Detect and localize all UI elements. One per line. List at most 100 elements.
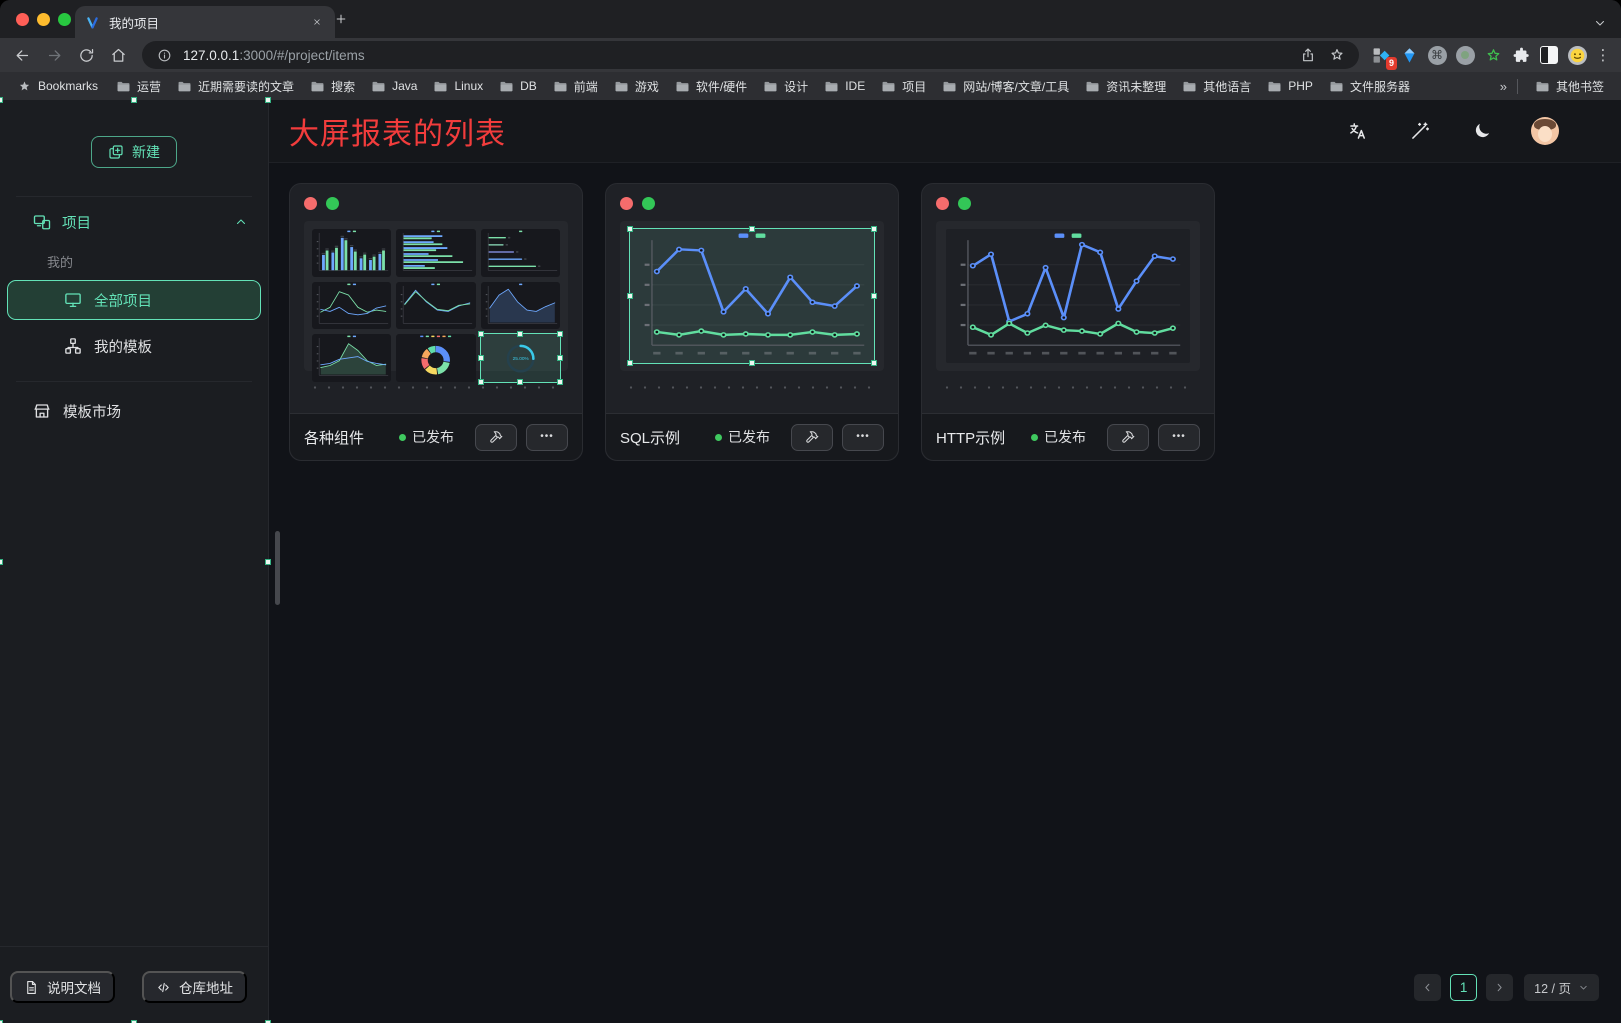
current-page-button[interactable]: 1 <box>1450 974 1477 1001</box>
reload-button[interactable] <box>72 41 100 69</box>
more-actions-button[interactable]: ••• <box>526 424 568 451</box>
edit-hammer-button[interactable] <box>791 424 833 451</box>
bookmarks-overflow-chevron[interactable]: » <box>1500 79 1507 94</box>
selection-handle[interactable] <box>0 559 3 565</box>
sidebar-group-projects[interactable]: 项目 <box>0 205 268 239</box>
extension-record-icon[interactable] <box>1453 43 1477 67</box>
profile-avatar-icon[interactable] <box>1565 43 1589 67</box>
edit-hammer-button[interactable] <box>475 424 517 451</box>
site-info-icon[interactable] <box>154 45 174 65</box>
next-page-button[interactable] <box>1486 974 1513 1001</box>
scrollbar-thumb[interactable] <box>275 531 280 605</box>
repository-button[interactable]: 仓库地址 <box>142 971 247 1003</box>
selection-handle[interactable] <box>265 559 271 565</box>
more-actions-button[interactable]: ••• <box>842 424 884 451</box>
selection-handle[interactable] <box>131 97 137 103</box>
magic-wand-icon[interactable] <box>1409 120 1431 142</box>
project-card-sql[interactable]: SQL示例 已发布 ••• <box>605 183 899 461</box>
other-bookmarks-folder[interactable]: 其他书签 <box>1528 75 1611 98</box>
window-close-button[interactable] <box>16 13 29 26</box>
bookmark-folder[interactable]: IDE <box>817 76 872 97</box>
selection-handle[interactable] <box>627 360 633 366</box>
bookmark-folder[interactable]: 文件服务器 <box>1322 75 1417 98</box>
edit-hammer-button[interactable] <box>1107 424 1149 451</box>
bookmark-folder[interactable]: 近期需要读的文章 <box>170 75 301 98</box>
bookmark-label: 运营 <box>137 78 161 95</box>
new-project-button[interactable]: 新建 <box>91 136 177 168</box>
bookmark-folder[interactable]: 项目 <box>874 75 933 98</box>
selection-handle[interactable] <box>517 331 523 337</box>
bookmark-folder[interactable]: 设计 <box>756 75 815 98</box>
extension-sidebar-icon[interactable] <box>1537 43 1561 67</box>
bookmark-folder[interactable]: 软件/硬件 <box>668 75 754 98</box>
more-actions-button[interactable]: ••• <box>1158 424 1200 451</box>
new-tab-button[interactable] <box>328 6 354 32</box>
browser-tab[interactable]: 我的项目 <box>75 6 335 38</box>
bookmark-folder[interactable]: PHP <box>1260 76 1320 97</box>
sidebar-item-all-projects[interactable]: 全部项目 <box>8 281 260 319</box>
share-icon[interactable] <box>1298 45 1318 65</box>
project-card-components[interactable]: 25.00% 各种组件 已发布 ••• <box>289 183 583 461</box>
selection-handle[interactable] <box>749 226 755 232</box>
extension-green-star-icon[interactable] <box>1481 43 1505 67</box>
selection-handle[interactable] <box>557 331 563 337</box>
bookmark-folder[interactable]: 资讯未整理 <box>1078 75 1173 98</box>
bookmark-label: Linux <box>454 79 483 93</box>
selection-handle[interactable] <box>871 293 877 299</box>
sidebar-item-my-templates[interactable]: 我的模板 <box>8 327 260 365</box>
tab-search-chevron-icon[interactable] <box>1593 16 1607 30</box>
selection-handle[interactable] <box>265 97 271 103</box>
selection-handle[interactable] <box>478 379 484 385</box>
selection-handle[interactable] <box>557 379 563 385</box>
window-minimize-button[interactable] <box>37 13 50 26</box>
docs-button[interactable]: 说明文档 <box>10 971 115 1003</box>
pagination: 1 12 / 页 <box>1414 974 1599 1001</box>
selection-handle[interactable] <box>627 293 633 299</box>
chevron-up-icon[interactable] <box>234 215 248 229</box>
folder-icon <box>1535 79 1550 94</box>
bookmark-folder[interactable]: 网站/博客/文章/工具 <box>935 75 1076 98</box>
extension-gem-icon[interactable] <box>1397 43 1421 67</box>
selection-handle[interactable] <box>0 97 3 103</box>
selection-handle[interactable] <box>478 355 484 361</box>
selection-handle[interactable] <box>749 360 755 366</box>
selection-handle[interactable] <box>517 379 523 385</box>
address-bar[interactable]: 127.0.0.1:3000/#/project/items <box>142 41 1359 69</box>
bookmarks-manager-item[interactable]: Bookmarks <box>10 76 105 97</box>
back-button[interactable] <box>8 41 36 69</box>
bookmark-star-icon[interactable] <box>1327 45 1347 65</box>
sidebar-item-template-market[interactable]: 模板市场 <box>0 392 268 430</box>
selection-handle[interactable] <box>627 226 633 232</box>
page-title: 大屏报表的列表 <box>289 109 506 153</box>
page-size-select[interactable]: 12 / 页 <box>1524 974 1599 1001</box>
browser-menu-icon[interactable]: ⋮ <box>1593 46 1613 64</box>
selection-handle[interactable] <box>871 360 877 366</box>
bookmark-folder[interactable]: Linux <box>426 76 490 97</box>
selection-handle[interactable] <box>871 226 877 232</box>
mini-hbar-thin-chart <box>481 229 560 277</box>
status-badge: 已发布 <box>1031 427 1086 447</box>
bookmark-folder[interactable]: 游戏 <box>607 75 666 98</box>
prev-page-button[interactable] <box>1414 974 1441 1001</box>
red-dot-icon <box>936 197 949 210</box>
forward-button[interactable] <box>40 41 68 69</box>
dark-mode-moon-icon[interactable] <box>1471 120 1493 142</box>
extension-blocks-icon[interactable]: 9 <box>1369 43 1393 67</box>
bookmark-folder[interactable]: 搜索 <box>303 75 362 98</box>
bookmark-folder[interactable]: 运营 <box>109 75 168 98</box>
bookmark-folder[interactable]: Java <box>364 76 424 97</box>
copy-plus-icon <box>108 144 124 160</box>
bookmark-folder[interactable]: 前端 <box>546 75 605 98</box>
selection-handle[interactable] <box>478 331 484 337</box>
project-card-http[interactable]: HTTP示例 已发布 ••• <box>921 183 1215 461</box>
bookmark-folder[interactable]: DB <box>492 76 544 97</box>
extensions-puzzle-icon[interactable] <box>1509 43 1533 67</box>
tab-close-icon[interactable] <box>309 14 325 30</box>
bookmark-folder[interactable]: 其他语言 <box>1175 75 1258 98</box>
user-avatar[interactable] <box>1531 117 1559 145</box>
selection-handle[interactable] <box>557 355 563 361</box>
home-button[interactable] <box>104 41 132 69</box>
extension-command-icon[interactable]: ⌘ <box>1425 43 1449 67</box>
window-zoom-button[interactable] <box>58 13 71 26</box>
language-translate-icon[interactable] <box>1347 120 1369 142</box>
